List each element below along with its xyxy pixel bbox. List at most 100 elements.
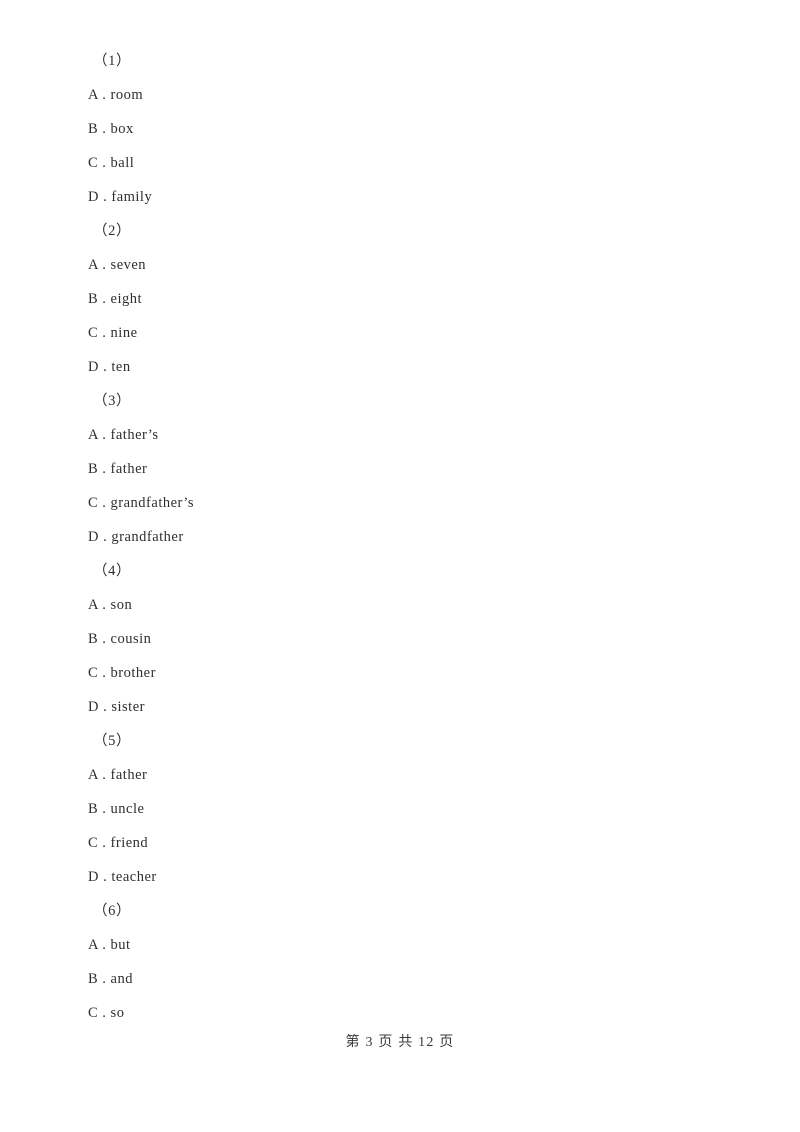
answer-option[interactable]: A . but (88, 928, 728, 962)
answer-option[interactable]: B . cousin (88, 622, 728, 656)
option-separator: . (98, 529, 112, 545)
option-letter: C (88, 1005, 99, 1021)
option-letter: B (88, 971, 99, 987)
option-separator: . (98, 937, 111, 953)
answer-option[interactable]: B . eight (88, 282, 728, 316)
option-separator: . (98, 427, 111, 443)
option-text: seven (110, 257, 147, 273)
option-separator: . (98, 631, 111, 647)
option-text: teacher (111, 869, 157, 885)
answer-option[interactable]: C . nine (88, 316, 728, 350)
option-separator: . (98, 257, 111, 273)
option-separator: . (98, 325, 111, 341)
option-letter: B (88, 801, 99, 817)
answer-option[interactable]: A . father’s (88, 418, 728, 452)
option-letter: D (88, 189, 99, 205)
option-letter: C (88, 495, 99, 511)
option-letter: A (88, 427, 99, 443)
option-text: father’s (110, 427, 159, 443)
page-footer: 第 3 页 共 12 页 (345, 1035, 455, 1050)
answer-option[interactable]: B . and (88, 962, 728, 996)
option-separator: . (98, 869, 112, 885)
option-letter: D (88, 359, 99, 375)
option-separator: . (98, 801, 111, 817)
question-block: （4） A . son B . cousin C . brother D . siste… (88, 554, 728, 724)
option-text: but (110, 937, 131, 953)
option-text: brother (110, 665, 156, 681)
option-text: ten (111, 359, 131, 375)
answer-option[interactable]: C . grandfather’s (88, 486, 728, 520)
option-letter: B (88, 631, 99, 647)
option-text: ball (110, 155, 135, 171)
option-letter: A (88, 767, 99, 783)
answer-option[interactable]: A . seven (88, 248, 728, 282)
option-text: so (110, 1005, 125, 1021)
option-text: eight (110, 291, 143, 307)
question-block: （3） A . father’s B . father C . grandfather… (88, 384, 728, 554)
question-number: （5） (93, 733, 132, 749)
option-text: father (110, 461, 148, 477)
option-separator: . (98, 767, 111, 783)
option-letter: C (88, 325, 99, 341)
answer-option[interactable]: D . teacher (88, 860, 728, 894)
answer-option[interactable]: C . friend (88, 826, 728, 860)
answer-option[interactable]: B . uncle (88, 792, 728, 826)
answer-option[interactable]: A . son (88, 588, 728, 622)
option-separator: . (98, 291, 111, 307)
option-letter: A (88, 937, 99, 953)
option-letter: C (88, 155, 99, 171)
answer-option[interactable]: C . ball (88, 146, 728, 180)
option-separator: . (98, 121, 111, 137)
answer-option[interactable]: D . ten (88, 350, 728, 384)
question-block: （6） A . but B . and C . so (88, 894, 728, 1030)
option-letter: B (88, 291, 99, 307)
question-number: （2） (93, 223, 132, 239)
option-separator: . (98, 835, 111, 851)
answer-option[interactable]: A . room (88, 78, 728, 112)
option-separator: . (98, 971, 111, 987)
option-text: father (110, 767, 148, 783)
option-separator: . (98, 87, 111, 103)
option-text: and (110, 971, 133, 987)
option-separator: . (98, 359, 112, 375)
option-separator: . (98, 699, 112, 715)
option-separator: . (98, 189, 112, 205)
answer-option[interactable]: A . father (88, 758, 728, 792)
option-letter: B (88, 121, 99, 137)
answer-option[interactable]: B . father (88, 452, 728, 486)
option-separator: . (98, 597, 111, 613)
option-text: friend (110, 835, 149, 851)
option-text: sister (111, 699, 145, 715)
option-text: room (110, 87, 144, 103)
answer-option[interactable]: C . brother (88, 656, 728, 690)
option-separator: . (98, 155, 111, 171)
option-text: son (110, 597, 133, 613)
option-separator: . (98, 1005, 111, 1021)
question-number: （6） (93, 903, 132, 919)
option-text: grandfather’s (110, 495, 195, 511)
option-letter: A (88, 597, 99, 613)
answer-option[interactable]: D . grandfather (88, 520, 728, 554)
option-text: nine (110, 325, 138, 341)
answer-option[interactable]: B . box (88, 112, 728, 146)
option-letter: C (88, 665, 99, 681)
option-letter: A (88, 257, 99, 273)
option-letter: D (88, 869, 99, 885)
option-text: uncle (110, 801, 145, 817)
option-letter: A (88, 87, 99, 103)
question-block: （1） A . room B . box C . ball D . family (88, 44, 728, 214)
option-letter: D (88, 699, 99, 715)
option-letter: D (88, 529, 99, 545)
option-text: family (111, 189, 153, 205)
option-separator: . (98, 495, 111, 511)
answer-option[interactable]: D . family (88, 180, 728, 214)
answer-option[interactable]: C . so (88, 996, 728, 1030)
option-letter: C (88, 835, 99, 851)
question-block: （2） A . seven B . eight C . nine D . ten (88, 214, 728, 384)
option-text: cousin (110, 631, 152, 647)
question-number: （3） (93, 393, 132, 409)
option-separator: . (98, 461, 111, 477)
option-text: grandfather (111, 529, 184, 545)
question-list: （1） A . room B . box C . ball D . family （2） A… (88, 44, 728, 1030)
answer-option[interactable]: D . sister (88, 690, 728, 724)
